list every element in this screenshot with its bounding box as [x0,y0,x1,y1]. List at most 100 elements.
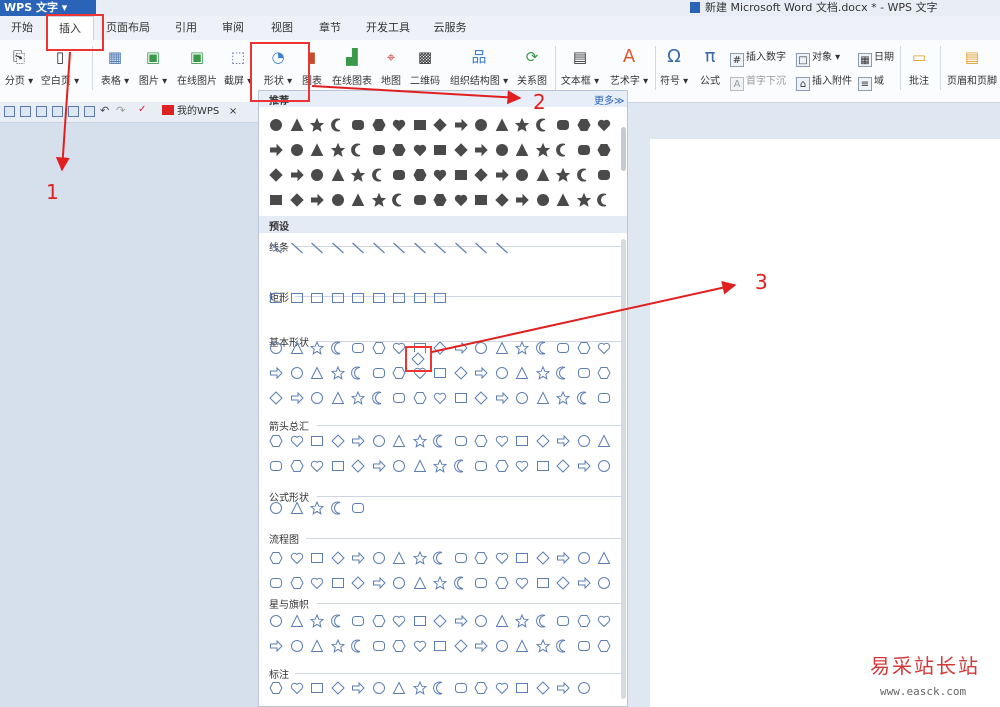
shape-thumb[interactable] [555,390,571,405]
shape-thumb[interactable] [269,681,283,695]
shape-thumb[interactable] [515,391,529,405]
header-footer-button[interactable]: ▤ 页眉和页脚 [944,46,1000,90]
relationship-chart-button[interactable]: ⟳ 关系图 [514,46,550,90]
shape-thumb[interactable] [433,681,447,695]
shape-thumb[interactable] [372,459,386,473]
shape-thumb[interactable] [371,614,386,628]
shape-thumb[interactable] [433,341,447,355]
shape-thumb[interactable] [290,434,304,448]
shape-thumb[interactable] [454,193,468,207]
shape-thumb[interactable] [310,681,324,695]
shape-thumb[interactable] [269,193,283,207]
shape-thumb[interactable] [474,366,488,380]
shape-thumb[interactable] [269,459,283,473]
shape-thumb[interactable] [576,192,591,207]
shape-thumb[interactable] [515,459,529,473]
shape-thumb[interactable] [536,391,550,405]
shape-thumb[interactable] [515,639,529,653]
shape-thumb[interactable] [289,459,304,473]
shape-thumb[interactable] [454,341,468,355]
insert-attachment-button[interactable]: ⌂ 插入附件 [796,72,852,91]
shape-thumb[interactable] [577,576,591,590]
shape-thumb[interactable] [351,576,365,590]
tab-page-layout[interactable]: 页面布局 [100,16,156,40]
shape-thumb[interactable] [290,639,304,653]
map-button[interactable]: ⌖ 地图 [378,46,404,90]
shape-thumb[interactable] [556,143,570,157]
org-chart-button[interactable]: 品组织结构图 ▾ [448,46,510,90]
shape-thumb[interactable] [433,639,447,653]
insert-number-button[interactable]: # 插入数字 [730,48,786,67]
shape-thumb[interactable] [331,168,345,182]
shape-thumb[interactable] [535,551,550,565]
shape-thumb[interactable] [577,551,591,565]
shape-thumb[interactable] [392,391,406,405]
shape-thumb[interactable] [433,551,447,565]
shape-thumb[interactable] [392,614,406,628]
shape-thumb[interactable] [330,681,345,695]
shape-thumb[interactable] [269,168,283,182]
shape-thumb[interactable] [371,341,386,355]
shape-thumb[interactable] [413,143,427,157]
shape-thumb[interactable] [330,501,345,515]
shape-thumb[interactable] [556,576,570,590]
shape-thumb[interactable] [474,193,488,207]
shape-thumb[interactable] [290,391,304,405]
shape-thumb[interactable] [474,118,488,132]
shape-thumb[interactable] [371,192,386,207]
customize-icon[interactable]: ✓ [138,104,149,115]
shape-thumb[interactable] [454,681,468,695]
shape-thumb[interactable] [372,576,386,590]
more-shapes-link[interactable]: 更多≫ [594,92,624,107]
shape-thumb[interactable] [392,366,406,380]
shape-thumb[interactable] [597,576,611,590]
rect-shape-thumb[interactable] [413,291,427,305]
shape-thumb[interactable] [392,341,406,355]
shape-thumb[interactable] [290,614,304,628]
rect-shape-thumb[interactable] [331,291,345,305]
shape-thumb[interactable] [474,434,488,448]
shape-thumb[interactable] [577,459,591,473]
shape-thumb[interactable] [433,366,447,380]
shape-thumb[interactable] [310,639,324,653]
shape-thumb[interactable] [290,501,304,515]
line-shape-thumb[interactable] [269,241,283,255]
shape-thumb[interactable] [535,614,550,628]
shape-thumb[interactable] [392,459,406,473]
shape-thumb[interactable] [351,143,365,157]
shape-thumb[interactable] [535,142,550,157]
shape-thumb[interactable] [330,638,345,653]
redo-icon[interactable]: ↷ [116,104,127,117]
shape-thumb[interactable] [310,576,324,590]
shape-thumb[interactable] [310,168,324,182]
text-box-button[interactable]: ▤ 文本框 ▾ [560,46,600,90]
shape-thumb[interactable] [495,639,509,653]
table-button[interactable]: ▦ 表格 ▾ [98,46,132,90]
line-shape-thumb[interactable] [331,241,345,255]
shape-thumb[interactable] [413,576,427,590]
picture-button[interactable]: ▣ 图片 ▾ [136,46,170,90]
shape-thumb[interactable] [454,434,468,448]
shape-thumb[interactable] [331,391,345,405]
shape-thumb[interactable] [310,551,324,565]
shape-thumb[interactable] [433,614,447,628]
shape-thumb[interactable] [392,434,406,448]
shape-thumb[interactable] [269,434,283,448]
shape-thumb[interactable] [310,434,324,448]
shape-thumb[interactable] [515,193,529,207]
shape-thumb[interactable] [556,681,570,695]
shape-thumb[interactable] [289,193,304,207]
shape-thumb[interactable] [556,341,570,355]
rect-shape-thumb[interactable] [310,291,324,305]
shape-thumb[interactable] [474,614,488,628]
shape-thumb[interactable] [412,550,427,565]
shape-thumb[interactable] [454,551,468,565]
equation-button[interactable]: π 公式 [696,46,724,90]
shape-thumb[interactable] [371,118,386,132]
shape-thumb[interactable] [556,551,570,565]
shape-thumb[interactable] [577,681,591,695]
shape-thumb[interactable] [309,117,325,132]
shape-thumb[interactable] [453,143,468,157]
word-art-button[interactable]: A 艺术字 ▾ [608,46,650,90]
shape-thumb[interactable] [556,118,570,132]
